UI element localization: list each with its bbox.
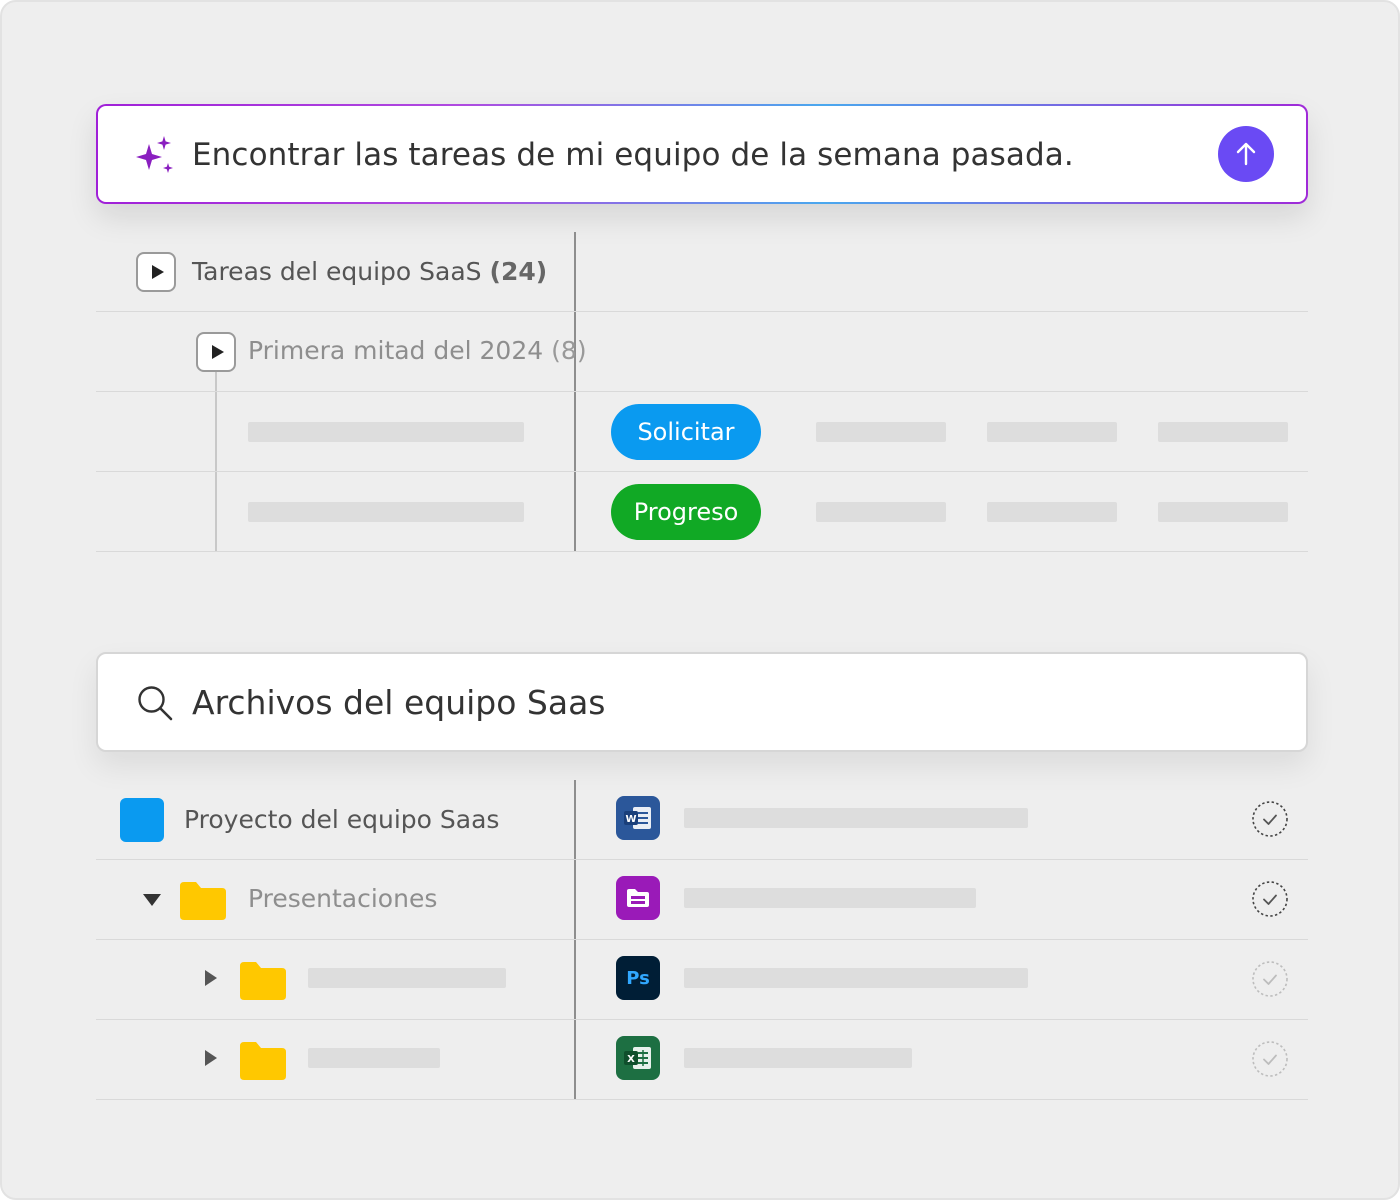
status-badge-solicitar[interactable]: Solicitar (611, 404, 761, 460)
task-name-placeholder (248, 502, 524, 522)
subfolder-row[interactable]: Ps (96, 940, 1308, 1020)
cell-placeholder (987, 502, 1117, 522)
folder-row[interactable]: Presentaciones (96, 860, 1308, 940)
task-subgroup-label: Primera mitad del 2024 (8) (248, 334, 587, 368)
ai-prompt-bar[interactable]: Encontrar las tareas de mi equipo de la … (96, 104, 1308, 204)
folder-icon (240, 962, 286, 1000)
folder-name-placeholder (308, 968, 506, 988)
task-group-title: Tareas del equipo SaaS (192, 257, 482, 286)
file-name-placeholder (684, 1048, 912, 1068)
ai-prompt-text[interactable]: Encontrar las tareas de mi equipo de la … (192, 134, 1074, 176)
subfolder-row[interactable]: X (96, 1020, 1308, 1100)
task-group-row[interactable]: Tareas del equipo SaaS (24) (96, 232, 1308, 312)
cell-placeholder (816, 422, 946, 442)
caret-right-icon[interactable] (205, 1050, 217, 1066)
app-frame: Encontrar las tareas de mi equipo de la … (0, 0, 1400, 1200)
task-row[interactable]: Progreso (96, 472, 1308, 552)
task-row[interactable]: Solicitar (96, 392, 1308, 472)
sparkles-icon (136, 136, 173, 173)
task-subgroup-title: Primera mitad del 2024 (248, 336, 544, 365)
project-color-icon (120, 798, 164, 842)
presentation-glyph (627, 889, 649, 907)
check-circle-icon[interactable] (1251, 800, 1289, 838)
excel-letter: X (627, 1054, 635, 1065)
task-subgroup-count: (8) (551, 336, 587, 365)
send-button[interactable] (1218, 126, 1274, 182)
status-badge-progreso[interactable]: Progreso (611, 484, 761, 540)
caret-right-icon[interactable] (205, 970, 217, 986)
check-circle-icon[interactable] (1251, 960, 1289, 998)
file-name-placeholder (684, 888, 976, 908)
cell-placeholder (816, 502, 946, 522)
project-row[interactable]: Proyecto del equipo Saas W (96, 780, 1308, 860)
task-name-placeholder (248, 422, 524, 442)
task-subgroup-row[interactable]: Primera mitad del 2024 (8) (96, 312, 1308, 392)
word-icon[interactable]: W (616, 796, 660, 840)
search-input[interactable]: Archivos del equipo Saas (192, 682, 606, 724)
file-name-placeholder (684, 808, 1028, 828)
folder-name-placeholder (308, 1048, 440, 1068)
presentation-icon[interactable] (616, 876, 660, 920)
caret-down-icon[interactable] (143, 894, 161, 906)
folder-label: Presentaciones (248, 884, 438, 913)
task-group-label: Tareas del equipo SaaS (24) (192, 255, 547, 289)
folder-icon (180, 882, 226, 920)
task-group-count: (24) (489, 257, 548, 286)
excel-icon[interactable]: X (616, 1036, 660, 1080)
photoshop-glyph: Ps (626, 967, 650, 989)
ai-prompt-inner: Encontrar las tareas de mi equipo de la … (98, 106, 1306, 202)
play-icon (151, 265, 164, 279)
search-bar[interactable]: Archivos del equipo Saas (96, 652, 1308, 752)
project-label: Proyecto del equipo Saas (184, 805, 500, 834)
file-name-placeholder (684, 968, 1028, 988)
folder-icon (240, 1042, 286, 1080)
word-glyph: W (624, 807, 651, 829)
expand-toggle[interactable] (196, 332, 236, 372)
excel-glyph: X (624, 1047, 651, 1069)
play-icon (211, 345, 224, 359)
search-icon (138, 686, 173, 721)
cell-placeholder (987, 422, 1117, 442)
expand-toggle[interactable] (136, 252, 176, 292)
arrow-up-icon (1236, 142, 1256, 166)
cell-placeholder (1158, 422, 1288, 442)
word-letter: W (625, 814, 636, 825)
check-circle-icon[interactable] (1251, 880, 1289, 918)
check-circle-icon[interactable] (1251, 1040, 1289, 1078)
cell-placeholder (1158, 502, 1288, 522)
photoshop-icon[interactable]: Ps (616, 956, 660, 1000)
